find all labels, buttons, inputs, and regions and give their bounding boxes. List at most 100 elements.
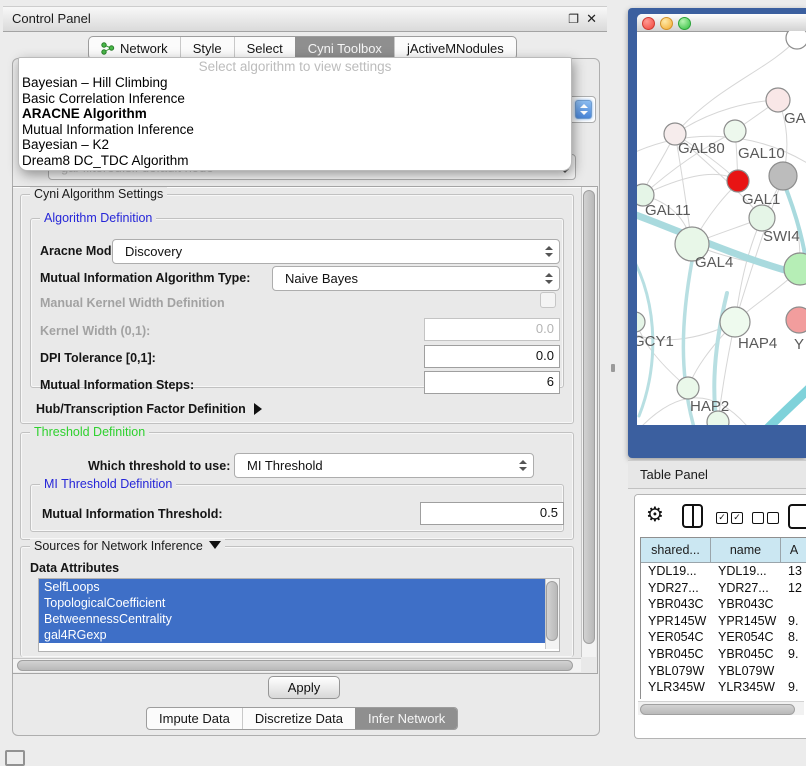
- mi-threshold-field[interactable]: 0.5: [420, 502, 564, 525]
- attribute-item[interactable]: TopologicalCoefficient: [39, 595, 545, 611]
- group-title: Algorithm Definition: [40, 211, 156, 225]
- minimize-window-icon[interactable]: [660, 17, 673, 30]
- table-row[interactable]: YBL079WYBL079W: [641, 663, 806, 680]
- network-node[interactable]: [786, 307, 806, 333]
- hub-definition-toggle[interactable]: Hub/Transcription Factor Definition: [36, 402, 262, 416]
- mi-type-combobox[interactable]: Naive Bayes: [272, 266, 560, 291]
- network-node[interactable]: [769, 162, 797, 190]
- which-threshold-value: MI Threshold: [235, 458, 515, 473]
- network-node[interactable]: [724, 120, 746, 142]
- kernel-width-field[interactable]: 0.0: [424, 318, 560, 341]
- attributes-scrollbar-thumb[interactable]: [546, 581, 558, 641]
- tab-infer-network[interactable]: Infer Network: [355, 708, 457, 729]
- cyni-bottom-tabs: Impute Data Discretize Data Infer Networ…: [146, 707, 458, 730]
- table-row[interactable]: YBR045CYBR045C9.: [641, 646, 806, 663]
- column-header-partial[interactable]: A: [781, 538, 806, 563]
- node-label: GAL11: [645, 202, 691, 219]
- stepper-icon[interactable]: [515, 457, 530, 474]
- manual-kernel-checkbox[interactable]: [540, 292, 556, 308]
- tab-cyni-toolbox[interactable]: Cyni Toolbox: [295, 37, 394, 59]
- splitter-handle[interactable]: [611, 364, 615, 372]
- network-edge[interactable]: [643, 174, 738, 195]
- algorithm-option[interactable]: Bayesian – Hill Climbing: [19, 75, 571, 91]
- table-toolbar: ⚙ ✓ ✓: [635, 495, 806, 537]
- mi-steps-field[interactable]: 6: [424, 371, 560, 394]
- table-mode-icon[interactable]: [788, 504, 806, 529]
- algorithm-option[interactable]: ARACNE Algorithm: [19, 106, 571, 122]
- select-all-icon-2[interactable]: ✓: [731, 512, 743, 524]
- stepper-icon[interactable]: [541, 270, 556, 287]
- select-all-icon[interactable]: ✓: [716, 512, 728, 524]
- network-node[interactable]: [720, 307, 750, 337]
- table-row[interactable]: YDL19...YDL19...13: [641, 563, 806, 580]
- table-row[interactable]: YBR043CYBR043C: [641, 596, 806, 613]
- table-row[interactable]: YPR145WYPR145W9.: [641, 613, 806, 630]
- table-row[interactable]: YLR345WYLR345W9.: [641, 679, 806, 696]
- network-node[interactable]: [637, 312, 645, 332]
- table-cell: YBR045C: [711, 646, 781, 663]
- minimized-panel-icon[interactable]: [5, 750, 25, 766]
- tab-impute-data[interactable]: Impute Data: [147, 708, 242, 729]
- which-threshold-combobox[interactable]: MI Threshold: [234, 453, 534, 478]
- table-row[interactable]: YIL052CYIL052C9: [641, 696, 806, 699]
- close-panel-icon[interactable]: ✕: [586, 7, 597, 31]
- table-cell: YBL079W: [641, 663, 711, 680]
- float-panel-icon[interactable]: ❐: [568, 7, 579, 31]
- network-window-titlebar[interactable]: [637, 14, 806, 32]
- column-header-shared-name[interactable]: shared...: [641, 538, 711, 563]
- deselect-all-icon-2[interactable]: [767, 512, 779, 524]
- network-canvas[interactable]: GALGAL80GAL10GAL1GAL11SWI4GAL4GCY1HAP4YH…: [637, 31, 806, 425]
- network-node[interactable]: [786, 31, 806, 49]
- network-node[interactable]: [727, 170, 749, 192]
- table-row[interactable]: YER054CYER054C8.: [641, 629, 806, 646]
- table-row[interactable]: YDR27...YDR27...12: [641, 580, 806, 597]
- attribute-item[interactable]: SelfLoops: [39, 579, 545, 595]
- gear-icon[interactable]: ⚙: [646, 502, 664, 527]
- mi-type-label: Mutual Information Algorithm Type:: [40, 271, 250, 285]
- table-cell: 8.: [781, 629, 806, 646]
- tab-network[interactable]: Network: [89, 37, 180, 59]
- network-node[interactable]: [766, 88, 790, 112]
- column-header-name[interactable]: name: [711, 538, 781, 563]
- table-horizontal-scrollbar[interactable]: [638, 701, 804, 715]
- algorithm-option[interactable]: Bayesian – K2: [19, 137, 571, 153]
- network-view-window[interactable]: GALGAL80GAL10GAL1GAL11SWI4GAL4GCY1HAP4YH…: [637, 14, 806, 425]
- network-edge[interactable]: [735, 218, 762, 322]
- deselect-all-icon[interactable]: [752, 512, 764, 524]
- which-threshold-label: Which threshold to use:: [88, 459, 230, 473]
- attribute-item[interactable]: BetweennessCentrality: [39, 611, 545, 627]
- columns-icon[interactable]: [682, 504, 703, 528]
- apply-button[interactable]: Apply: [268, 676, 340, 699]
- node-label: HAP2: [690, 398, 729, 415]
- aracne-mode-combobox[interactable]: Discovery: [112, 239, 560, 264]
- stepper-icon[interactable]: [575, 100, 592, 119]
- data-attributes-list[interactable]: SelfLoopsTopologicalCoefficientBetweenne…: [38, 578, 560, 652]
- group-title: Threshold Definition: [30, 425, 149, 439]
- zoom-window-icon[interactable]: [678, 17, 691, 30]
- network-icon: [101, 42, 115, 55]
- close-window-icon[interactable]: [642, 17, 655, 30]
- attribute-item[interactable]: gal4RGexp: [39, 627, 545, 643]
- algorithm-option[interactable]: Basic Correlation Inference: [19, 91, 571, 107]
- sources-toggle[interactable]: Sources for Network Inference: [30, 539, 225, 553]
- tab-jactivemnodules[interactable]: jActiveMNodules: [394, 37, 516, 59]
- algorithm-option[interactable]: Mutual Information Inference: [19, 122, 571, 138]
- network-edge[interactable]: [765, 376, 806, 425]
- table-horizontal-scrollbar-thumb[interactable]: [640, 704, 795, 715]
- mi-steps-label: Mutual Information Steps:: [40, 378, 194, 392]
- stepper-icon[interactable]: [541, 243, 556, 260]
- tab-select[interactable]: Select: [234, 37, 295, 59]
- tab-discretize-data[interactable]: Discretize Data: [242, 708, 355, 729]
- network-edge[interactable]: [637, 322, 688, 388]
- attributes-scrollbar[interactable]: [545, 579, 559, 649]
- settings-horizontal-scrollbar-thumb[interactable]: [17, 660, 573, 671]
- kernel-width-label: Kernel Width (0,1):: [40, 324, 150, 338]
- table-cell: YDR27...: [711, 580, 781, 597]
- table-cell: YIL052C: [711, 696, 781, 699]
- tab-style[interactable]: Style: [180, 37, 234, 59]
- tab-label: Select: [247, 41, 283, 56]
- dpi-tolerance-field[interactable]: 0.0: [424, 345, 560, 368]
- settings-vertical-scrollbar-thumb[interactable]: [583, 190, 595, 644]
- network-node[interactable]: [677, 377, 699, 399]
- algorithm-option[interactable]: Dream8 DC_TDC Algorithm: [19, 153, 571, 169]
